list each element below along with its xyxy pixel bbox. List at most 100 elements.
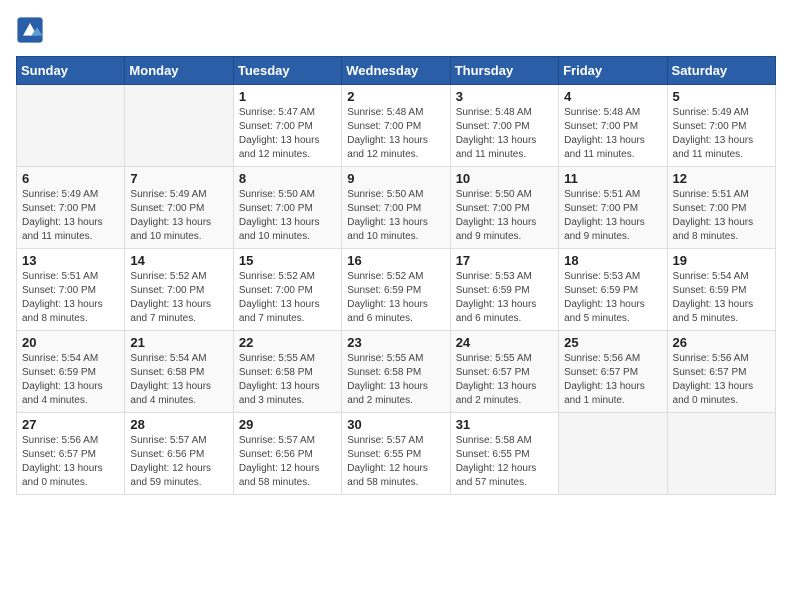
day-number: 3 — [456, 89, 553, 104]
day-number: 11 — [564, 171, 661, 186]
day-info: Sunrise: 5:55 AM Sunset: 6:58 PM Dayligh… — [239, 352, 336, 408]
calendar-cell: 12Sunrise: 5:51 AM Sunset: 7:00 PM Dayli… — [667, 167, 775, 249]
page-header — [16, 16, 776, 44]
calendar-cell: 18 Sunrise: 5:53 AM Sunset: 6:59 PM Dayli… — [559, 249, 667, 331]
calendar-cell: 16 Sunrise: 5:52 AM Sunset: 6:59 PM Dayli… — [342, 249, 450, 331]
day-number: 24 — [456, 335, 553, 350]
calendar-cell: 24 Sunrise: 5:55 AM Sunset: 6:57 PM Dayli… — [450, 331, 558, 413]
calendar-cell: 22 Sunrise: 5:55 AM Sunset: 6:58 PM Dayli… — [233, 331, 341, 413]
day-number: 20 — [22, 335, 119, 350]
column-header-sunday: Sunday — [17, 57, 125, 85]
calendar-cell: 11 Sunrise: 5:51 AM Sunset: 7:00 PM Dayli… — [559, 167, 667, 249]
calendar-week-3: 13 Sunrise: 5:51 AM Sunset: 7:00 PM Dayli… — [17, 249, 776, 331]
calendar-cell: 3Sunrise: 5:48 AM Sunset: 7:00 PM Daylig… — [450, 85, 558, 167]
calendar-cell: 25 Sunrise: 5:56 AM Sunset: 6:57 PM Dayli… — [559, 331, 667, 413]
day-number: 17 — [456, 253, 553, 268]
calendar-cell — [17, 85, 125, 167]
calendar-cell: 17Sunrise: 5:53 AM Sunset: 6:59 PM Dayli… — [450, 249, 558, 331]
calendar-cell: 19Sunrise: 5:54 AM Sunset: 6:59 PM Dayli… — [667, 249, 775, 331]
day-info: Sunrise: 5:51 AM Sunset: 7:00 PM Dayligh… — [673, 188, 770, 244]
day-info: Sunrise: 5:53 AM Sunset: 6:59 PM Dayligh… — [564, 270, 661, 326]
calendar-cell: 15Sunrise: 5:52 AM Sunset: 7:00 PM Dayli… — [233, 249, 341, 331]
day-number: 28 — [130, 417, 227, 432]
calendar-cell: 13 Sunrise: 5:51 AM Sunset: 7:00 PM Dayli… — [17, 249, 125, 331]
day-number: 21 — [130, 335, 227, 350]
calendar-cell: 21Sunrise: 5:54 AM Sunset: 6:58 PM Dayli… — [125, 331, 233, 413]
day-info: Sunrise: 5:47 AM Sunset: 7:00 PM Dayligh… — [239, 106, 336, 162]
column-header-thursday: Thursday — [450, 57, 558, 85]
day-number: 1 — [239, 89, 336, 104]
calendar-cell: 30 Sunrise: 5:57 AM Sunset: 6:55 PM Dayli… — [342, 413, 450, 495]
day-info: Sunrise: 5:56 AM Sunset: 6:57 PM Dayligh… — [22, 434, 119, 490]
calendar-table: SundayMondayTuesdayWednesdayThursdayFrid… — [16, 56, 776, 495]
day-info: Sunrise: 5:58 AM Sunset: 6:55 PM Dayligh… — [456, 434, 553, 490]
day-number: 19 — [673, 253, 770, 268]
day-info: Sunrise: 5:49 AM Sunset: 7:00 PM Dayligh… — [673, 106, 770, 162]
calendar-cell: 2 Sunrise: 5:48 AM Sunset: 7:00 PM Daylig… — [342, 85, 450, 167]
day-number: 8 — [239, 171, 336, 186]
calendar-cell — [125, 85, 233, 167]
calendar-cell — [667, 413, 775, 495]
day-number: 26 — [673, 335, 770, 350]
day-number: 27 — [22, 417, 119, 432]
calendar-cell: 4 Sunrise: 5:48 AM Sunset: 7:00 PM Daylig… — [559, 85, 667, 167]
day-number: 23 — [347, 335, 444, 350]
calendar-cell: 5 Sunrise: 5:49 AM Sunset: 7:00 PM Daylig… — [667, 85, 775, 167]
day-number: 7 — [130, 171, 227, 186]
day-info: Sunrise: 5:52 AM Sunset: 6:59 PM Dayligh… — [347, 270, 444, 326]
day-info: Sunrise: 5:50 AM Sunset: 7:00 PM Dayligh… — [239, 188, 336, 244]
day-info: Sunrise: 5:57 AM Sunset: 6:56 PM Dayligh… — [239, 434, 336, 490]
calendar-cell: 26Sunrise: 5:56 AM Sunset: 6:57 PM Dayli… — [667, 331, 775, 413]
day-number: 2 — [347, 89, 444, 104]
day-info: Sunrise: 5:48 AM Sunset: 7:00 PM Dayligh… — [347, 106, 444, 162]
calendar-cell: 1 Sunrise: 5:47 AM Sunset: 7:00 PM Daylig… — [233, 85, 341, 167]
day-info: Sunrise: 5:51 AM Sunset: 7:00 PM Dayligh… — [22, 270, 119, 326]
day-number: 31 — [456, 417, 553, 432]
day-number: 13 — [22, 253, 119, 268]
calendar-cell: 29 Sunrise: 5:57 AM Sunset: 6:56 PM Dayli… — [233, 413, 341, 495]
day-info: Sunrise: 5:48 AM Sunset: 7:00 PM Dayligh… — [564, 106, 661, 162]
day-info: Sunrise: 5:57 AM Sunset: 6:56 PM Dayligh… — [130, 434, 227, 490]
day-number: 14 — [130, 253, 227, 268]
calendar-cell: 8 Sunrise: 5:50 AM Sunset: 7:00 PM Daylig… — [233, 167, 341, 249]
day-number: 16 — [347, 253, 444, 268]
day-number: 30 — [347, 417, 444, 432]
calendar-cell: 10 Sunrise: 5:50 AM Sunset: 7:00 PM Dayli… — [450, 167, 558, 249]
calendar-week-2: 6Sunrise: 5:49 AM Sunset: 7:00 PM Daylig… — [17, 167, 776, 249]
logo — [16, 16, 48, 44]
day-info: Sunrise: 5:49 AM Sunset: 7:00 PM Dayligh… — [130, 188, 227, 244]
calendar-week-5: 27 Sunrise: 5:56 AM Sunset: 6:57 PM Dayli… — [17, 413, 776, 495]
column-header-saturday: Saturday — [667, 57, 775, 85]
calendar-cell: 23 Sunrise: 5:55 AM Sunset: 6:58 PM Dayli… — [342, 331, 450, 413]
logo-icon — [16, 16, 44, 44]
day-info: Sunrise: 5:56 AM Sunset: 6:57 PM Dayligh… — [564, 352, 661, 408]
day-info: Sunrise: 5:57 AM Sunset: 6:55 PM Dayligh… — [347, 434, 444, 490]
calendar-cell: 14 Sunrise: 5:52 AM Sunset: 7:00 PM Dayli… — [125, 249, 233, 331]
day-number: 10 — [456, 171, 553, 186]
day-info: Sunrise: 5:52 AM Sunset: 7:00 PM Dayligh… — [130, 270, 227, 326]
day-info: Sunrise: 5:55 AM Sunset: 6:58 PM Dayligh… — [347, 352, 444, 408]
day-number: 18 — [564, 253, 661, 268]
day-number: 5 — [673, 89, 770, 104]
day-number: 25 — [564, 335, 661, 350]
calendar-cell: 6Sunrise: 5:49 AM Sunset: 7:00 PM Daylig… — [17, 167, 125, 249]
calendar-cell: 27 Sunrise: 5:56 AM Sunset: 6:57 PM Dayli… — [17, 413, 125, 495]
day-info: Sunrise: 5:55 AM Sunset: 6:57 PM Dayligh… — [456, 352, 553, 408]
day-number: 29 — [239, 417, 336, 432]
day-info: Sunrise: 5:49 AM Sunset: 7:00 PM Dayligh… — [22, 188, 119, 244]
day-number: 4 — [564, 89, 661, 104]
day-number: 22 — [239, 335, 336, 350]
calendar-cell: 28 Sunrise: 5:57 AM Sunset: 6:56 PM Dayli… — [125, 413, 233, 495]
calendar-header-row: SundayMondayTuesdayWednesdayThursdayFrid… — [17, 57, 776, 85]
day-info: Sunrise: 5:50 AM Sunset: 7:00 PM Dayligh… — [456, 188, 553, 244]
day-number: 9 — [347, 171, 444, 186]
calendar-cell: 20Sunrise: 5:54 AM Sunset: 6:59 PM Dayli… — [17, 331, 125, 413]
calendar-cell: 9 Sunrise: 5:50 AM Sunset: 7:00 PM Daylig… — [342, 167, 450, 249]
calendar-cell: 7 Sunrise: 5:49 AM Sunset: 7:00 PM Daylig… — [125, 167, 233, 249]
calendar-cell: 31 Sunrise: 5:58 AM Sunset: 6:55 PM Dayli… — [450, 413, 558, 495]
day-info: Sunrise: 5:50 AM Sunset: 7:00 PM Dayligh… — [347, 188, 444, 244]
column-header-monday: Monday — [125, 57, 233, 85]
day-info: Sunrise: 5:51 AM Sunset: 7:00 PM Dayligh… — [564, 188, 661, 244]
column-header-wednesday: Wednesday — [342, 57, 450, 85]
day-number: 15 — [239, 253, 336, 268]
